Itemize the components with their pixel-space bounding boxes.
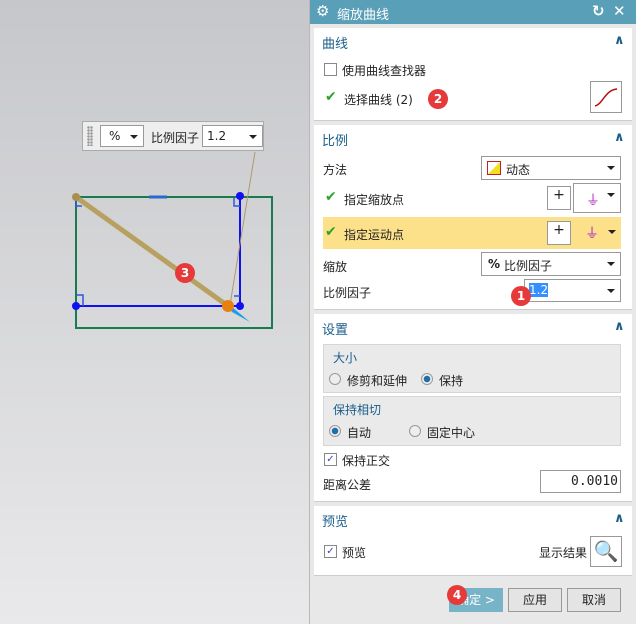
factor-value: 1.2: [529, 283, 549, 297]
chevron-down-icon[interactable]: [608, 230, 616, 234]
tolerance-value: 0.0010: [571, 474, 618, 489]
preview-section: 预览 ∧ ✓ 预览 显示结果 🔍: [314, 506, 632, 576]
section-header-settings[interactable]: 设置: [322, 319, 348, 338]
keep-ortho-checkbox[interactable]: ✓: [324, 453, 337, 466]
motion-point: [222, 300, 234, 312]
fixed-center-radio[interactable]: [409, 425, 421, 437]
scale-section: 比例 ∧ 方法 动态 ✔ 指定缩放点 + ⏚ ✔ 指定运动点 + ⏚ 缩放 % …: [314, 125, 632, 310]
cancel-button[interactable]: 取消: [567, 588, 621, 612]
use-finder-label: 使用曲线查找器: [342, 64, 427, 78]
collapse-icon[interactable]: ∧: [614, 33, 625, 48]
keep-label: 保持: [439, 374, 464, 388]
leader-line: [229, 151, 256, 306]
factor-label: 比例因子: [151, 131, 200, 145]
scale-curve-dialog: ⚙ 缩放曲线 ↻ ✕ 曲线 ∧ 使用曲线查找器 ✔ 选择曲线 (2) 2 比例 …: [309, 0, 636, 624]
apply-button[interactable]: 应用: [508, 588, 562, 612]
size-group-label: 大小: [333, 351, 358, 365]
tolerance-input[interactable]: 0.0010: [540, 470, 621, 493]
preview-label: 预览: [342, 546, 367, 560]
dialog-title: 缩放曲线: [337, 8, 390, 23]
chevron-down-icon: [607, 166, 615, 170]
check-icon: ✔: [325, 189, 337, 205]
show-result-button[interactable]: 🔍: [590, 536, 622, 567]
use-finder-checkbox[interactable]: [324, 63, 337, 76]
factor-value: 1.2: [207, 129, 227, 143]
grip-handle[interactable]: [87, 126, 93, 146]
check-icon: ✔: [325, 224, 337, 240]
scale-label: 缩放: [323, 260, 348, 274]
point-dialog-button[interactable]: +: [547, 186, 571, 210]
section-header-curve[interactable]: 曲线: [322, 33, 348, 52]
chevron-down-icon: [607, 289, 615, 293]
scale-type-dropdown[interactable]: % 比例因子: [481, 252, 621, 276]
method-value: 动态: [506, 163, 531, 177]
point-type-icon: ⏚: [586, 193, 600, 209]
curve-icon: [594, 88, 618, 107]
factor-input[interactable]: 1.2: [524, 279, 621, 302]
chevron-down-icon: [249, 135, 257, 139]
step-badge-2: 2: [428, 89, 448, 109]
unit-value: %: [109, 129, 121, 143]
plus-point-icon: +: [553, 222, 565, 238]
method-label: 方法: [323, 163, 348, 177]
dialog-titlebar: ⚙ 缩放曲线 ↻ ✕: [310, 0, 636, 24]
collapse-icon[interactable]: ∧: [614, 130, 625, 145]
step-badge-3: 3: [175, 263, 195, 283]
scale-point: [72, 193, 80, 201]
settings-section: 设置 ∧ 大小 修剪和延伸 保持 保持相切 自动 固定中心 ✓ 保持正交 距离公…: [314, 314, 632, 502]
section-header-preview[interactable]: 预览: [322, 511, 348, 530]
gear-icon[interactable]: ⚙: [316, 2, 329, 20]
curve-section: 曲线 ∧ 使用曲线查找器 ✔ 选择曲线 (2) 2: [314, 28, 632, 121]
select-curve-button[interactable]: [590, 81, 622, 113]
step-badge-1: 1: [511, 286, 531, 306]
show-result-label: 显示结果: [539, 546, 588, 560]
scale-vector: [73, 194, 231, 309]
scale-point-type-dropdown[interactable]: ⏚: [573, 183, 621, 213]
trim-label: 修剪和延伸: [347, 374, 408, 388]
preview-checkbox[interactable]: ✓: [324, 545, 337, 558]
factor-dropdown[interactable]: 1.2: [202, 125, 263, 147]
collapse-icon[interactable]: ∧: [614, 319, 625, 334]
select-curve-label[interactable]: 选择曲线 (2): [344, 91, 413, 108]
point-dialog-button[interactable]: +: [547, 221, 571, 245]
method-dropdown[interactable]: 动态: [481, 156, 621, 180]
keep-ortho-label: 保持正交: [342, 454, 391, 468]
floating-toolbar: % 比例因子 1.2: [82, 121, 264, 151]
tolerance-label: 距离公差: [323, 478, 372, 492]
plus-point-icon: +: [553, 187, 565, 203]
trim-radio[interactable]: [329, 373, 341, 385]
close-icon[interactable]: ✕: [613, 2, 626, 20]
chevron-down-icon: [607, 262, 615, 266]
step-badge-4: 4: [447, 585, 467, 605]
point-type-icon[interactable]: ⏚: [585, 223, 599, 243]
keep-radio[interactable]: [421, 373, 433, 385]
percent-icon: %: [488, 257, 501, 271]
tangent-group-label: 保持相切: [333, 403, 382, 417]
curve-drawing: [72, 151, 273, 329]
chevron-down-icon: [130, 135, 138, 139]
motion-point-row[interactable]: ✔ 指定运动点 + ⏚: [323, 217, 621, 249]
section-header-scale[interactable]: 比例: [322, 130, 348, 149]
scale-type-value: 比例因子: [504, 259, 553, 273]
dynamic-icon: [487, 161, 501, 175]
magnifier-icon: 🔍: [593, 539, 619, 563]
check-icon: ✔: [325, 89, 337, 105]
chevron-down-icon: [607, 193, 615, 197]
factor-label: 比例因子: [323, 286, 372, 300]
fixed-center-label: 固定中心: [427, 426, 476, 440]
graphics-viewport[interactable]: % 比例因子 1.2 3: [0, 0, 309, 624]
scale-point-label[interactable]: 指定缩放点: [344, 191, 404, 208]
tangent-group: 保持相切 自动 固定中心: [323, 396, 621, 446]
motion-point-label: 指定运动点: [344, 228, 405, 242]
collapse-icon[interactable]: ∧: [614, 511, 625, 526]
reset-icon[interactable]: ↻: [592, 2, 605, 20]
auto-label: 自动: [347, 426, 372, 440]
unit-dropdown[interactable]: %: [100, 125, 144, 147]
size-group: 大小 修剪和延伸 保持: [323, 344, 621, 393]
auto-radio[interactable]: [329, 425, 341, 437]
